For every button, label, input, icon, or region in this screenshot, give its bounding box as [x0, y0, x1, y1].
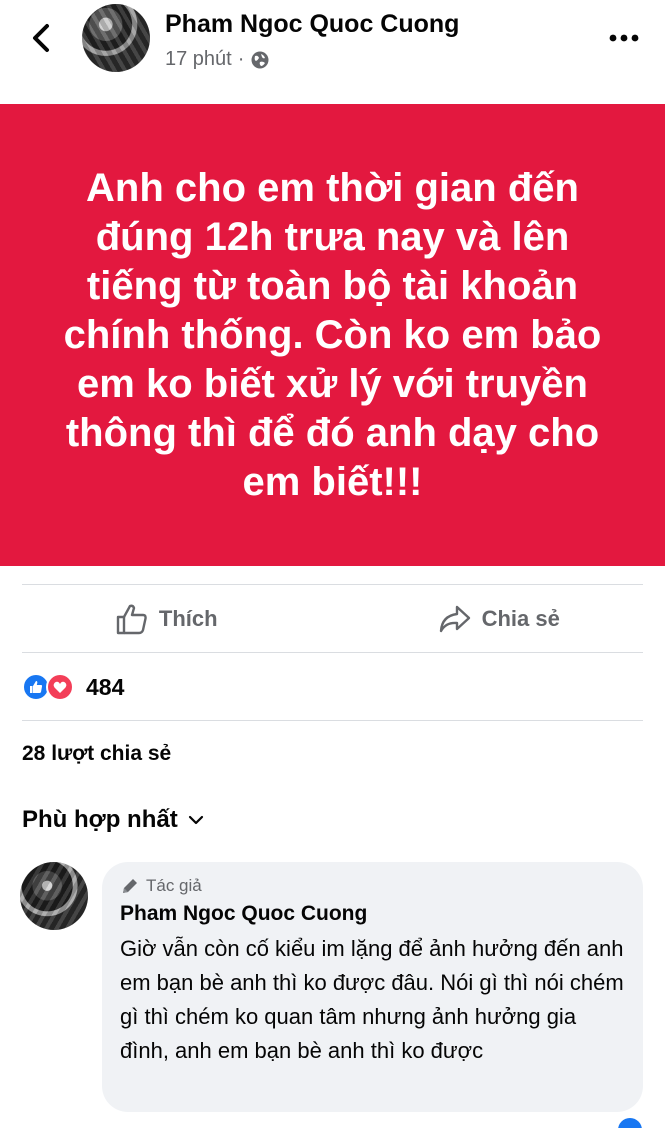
comment-author[interactable]: Pham Ngoc Quoc Cuong	[120, 902, 625, 926]
post-meta: 17 phút ·	[165, 48, 270, 71]
commenter-avatar[interactable]	[20, 862, 88, 930]
more-options-button[interactable]	[609, 30, 639, 48]
action-bar: Thích Chia sẻ	[0, 586, 665, 652]
comment-text: Giờ vẫn còn cố kiểu im lặng để ảnh hưởng…	[120, 936, 624, 1063]
post-header: Pham Ngoc Quoc Cuong 17 phút ·	[0, 0, 665, 100]
divider	[22, 584, 643, 585]
author-badge: Tác giả	[120, 876, 625, 896]
divider	[22, 652, 643, 653]
globe-icon	[251, 51, 269, 68]
back-button[interactable]	[24, 18, 58, 58]
chevron-left-icon	[33, 24, 49, 52]
meta-separator: ·	[237, 48, 245, 70]
post-text: Anh cho em thời gian đến đúng 12h trưa n…	[63, 165, 602, 504]
chevron-down-icon	[188, 815, 203, 825]
pencil-icon	[123, 879, 137, 893]
like-button[interactable]: Thích	[0, 586, 333, 652]
share-arrow-icon	[439, 605, 470, 633]
sort-label: Phù hợp nhất	[22, 806, 178, 833]
reaction-summary[interactable]: 484	[22, 672, 124, 702]
reaction-count: 484	[86, 673, 125, 700]
reaction-icons	[22, 672, 78, 702]
share-button[interactable]: Chia sẻ	[333, 586, 665, 652]
share-label: Chia sẻ	[481, 606, 560, 631]
thumbs-up-icon	[116, 604, 147, 635]
comment-sort-dropdown[interactable]: Phù hợp nhất	[22, 806, 204, 834]
more-dots-icon	[609, 34, 639, 42]
like-label: Thích	[158, 606, 218, 631]
scroll-indicator-icon	[618, 1118, 642, 1128]
love-reaction-icon	[46, 673, 74, 701]
author-badge-label: Tác giả	[146, 876, 202, 895]
author-name[interactable]: Pham Ngoc Quoc Cuong	[165, 10, 459, 39]
post-content-banner: Anh cho em thời gian đến đúng 12h trưa n…	[0, 104, 665, 566]
share-count[interactable]: 28 lượt chia sẻ	[22, 742, 171, 766]
divider	[22, 720, 643, 721]
post-time[interactable]: 17 phút	[165, 48, 232, 71]
avatar[interactable]	[82, 4, 150, 72]
comment-bubble: Tác giả Pham Ngoc Quoc Cuong Giờ vẫn còn…	[102, 862, 643, 1112]
